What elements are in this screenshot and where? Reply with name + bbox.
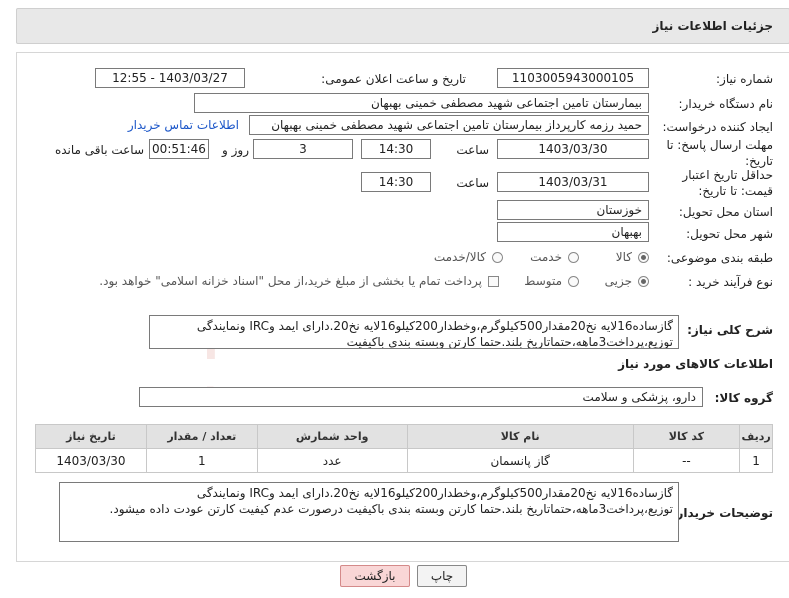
category-goods-radio[interactable] — [638, 252, 649, 263]
deadline-label: مهلت ارسال پاسخ: تا تاریخ: — [666, 138, 773, 168]
category-service-label: خدمت — [530, 250, 562, 264]
category-label: طبقه بندی موضوعی: — [666, 251, 773, 265]
col-unit: واحد شمارش — [256, 424, 408, 449]
goods-section-title: اطلاعات کالاهای مورد نیاز — [618, 357, 773, 371]
row-name: گاز پانسمان — [406, 448, 634, 473]
summary-label: شرح کلی نیاز: — [687, 323, 773, 337]
page-title: جزئیات اطلاعات نیاز — [652, 19, 773, 33]
table-row: 1 -- گاز پانسمان عدد 1 1403/03/30 — [35, 448, 773, 473]
row-qty: 1 — [145, 448, 258, 473]
announce-label: تاریخ و ساعت اعلان عمومی: — [321, 72, 466, 86]
remaining-time-label: ساعت باقی مانده — [54, 143, 144, 157]
row-code: -- — [632, 448, 741, 473]
col-name: نام کالا — [406, 424, 634, 449]
buyer-contact-link[interactable]: اطلاعات تماس خریدار — [128, 118, 239, 132]
announce-datetime-field: 1403/03/27 - 12:55 — [95, 68, 245, 88]
province-field: خوزستان — [497, 200, 649, 220]
row-unit: عدد — [256, 448, 408, 473]
province-label: استان محل تحویل: — [678, 205, 773, 219]
treasury-payment-checkbox[interactable] — [488, 276, 499, 287]
days-label: روز و — [222, 143, 249, 157]
col-date: تاریخ نیاز — [35, 424, 147, 449]
buyer-org-label: نام دستگاه خریدار: — [678, 97, 774, 111]
deadline-date-field: 1403/03/30 — [497, 139, 649, 159]
goods-table: ردیف کد کالا نام کالا واحد شمارش تعداد /… — [35, 424, 773, 473]
buyer-org-field: بیمارستان تامین اجتماعی شهید مصطفی خمینی… — [194, 93, 649, 113]
validity-date-field: 1403/03/31 — [497, 172, 649, 192]
city-field: بهبهان — [497, 222, 649, 242]
buyer-notes-textarea: گازساده16لایه نخ20مقدار500کیلوگرم،وخطدار… — [59, 482, 679, 542]
col-code: کد کالا — [632, 424, 741, 449]
treasury-payment-note: پرداخت تمام یا بخشی از مبلغ خرید،از محل … — [99, 274, 482, 288]
category-service-radio[interactable] — [568, 252, 579, 263]
need-number-field: 1103005943000105 — [497, 68, 649, 88]
requester-field: حمید رزمه کارپرداز بیمارستان تامین اجتما… — [249, 115, 649, 135]
category-goods-label: کالا — [615, 250, 632, 264]
row-index: 1 — [739, 448, 773, 473]
page-header: جزئیات اطلاعات نیاز — [16, 8, 789, 44]
row-date: 1403/03/30 — [35, 448, 147, 473]
buyer-notes-label: توضیحات خریدار: — [671, 506, 773, 520]
days-remaining-field: 3 — [253, 139, 353, 159]
page: جزئیات اطلاعات نیاز AriaTender.net شماره… — [0, 0, 789, 598]
process-minor-label: جزیی — [604, 274, 632, 288]
print-button[interactable]: چاپ — [417, 565, 467, 587]
need-number-label: شماره نیاز: — [716, 72, 773, 86]
goods-group-label: گروه کالا: — [714, 391, 773, 405]
process-minor-radio[interactable] — [638, 276, 649, 287]
deadline-time-field: 14:30 — [361, 139, 431, 159]
summary-textarea: گازساده16لایه نخ20مقدار500کیلوگرم،وخطدار… — [149, 315, 679, 349]
validity-time-label: ساعت — [456, 176, 489, 190]
category-goods-service-radio[interactable] — [492, 252, 503, 263]
deadline-time-label: ساعت — [456, 143, 489, 157]
back-button[interactable]: بازگشت — [340, 565, 410, 587]
process-medium-radio[interactable] — [568, 276, 579, 287]
goods-group-field: دارو، پزشکی و سلامت — [139, 387, 703, 407]
validity-time-field: 14:30 — [361, 172, 431, 192]
col-index: ردیف — [739, 424, 773, 449]
requester-label: ایجاد کننده درخواست: — [662, 120, 773, 134]
process-medium-label: متوسط — [524, 274, 562, 288]
validity-label: حداقل تاریخ اعتبار قیمت: تا تاریخ: — [682, 168, 773, 198]
city-label: شهر محل تحویل: — [686, 227, 773, 241]
goods-table-header: ردیف کد کالا نام کالا واحد شمارش تعداد /… — [35, 424, 773, 449]
details-panel: AriaTender.net شماره نیاز: 1103005943000… — [16, 52, 789, 562]
process-label: نوع فرآیند خرید : — [688, 275, 773, 289]
remaining-time-field: 00:51:46 — [149, 139, 209, 159]
col-qty: تعداد / مقدار — [145, 424, 258, 449]
category-goods-service-label: کالا/خدمت — [433, 250, 486, 264]
